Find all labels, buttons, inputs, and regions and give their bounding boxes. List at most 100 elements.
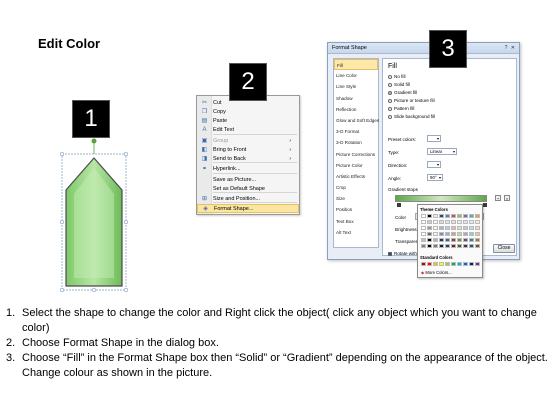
color-swatch[interactable] — [451, 226, 456, 230]
color-swatch[interactable] — [457, 262, 462, 266]
color-swatch[interactable] — [457, 232, 462, 236]
category-reflection[interactable]: Reflection — [334, 104, 378, 115]
color-swatch[interactable] — [439, 214, 444, 218]
menu-item-hyperlink[interactable]: ⚭ Hyperlink... — [197, 164, 299, 173]
category-artistic-effects[interactable]: Artistic Effects — [334, 171, 378, 182]
remove-stop-button[interactable]: × — [504, 195, 510, 201]
radio-gradient-fill[interactable]: Gradient fill — [388, 90, 417, 95]
radio-slide-background-fill[interactable]: Slide background fill — [388, 114, 435, 119]
color-swatch[interactable] — [463, 262, 468, 266]
color-swatch[interactable] — [451, 220, 456, 224]
color-swatch[interactable] — [427, 238, 432, 242]
color-swatch[interactable] — [433, 214, 438, 218]
color-swatch[interactable] — [427, 226, 432, 230]
color-swatch[interactable] — [433, 232, 438, 236]
more-colors-link[interactable]: ◆ More Colors... — [421, 270, 452, 275]
color-swatch[interactable] — [421, 244, 426, 248]
color-swatch[interactable] — [445, 238, 450, 242]
direction-dropdown[interactable] — [427, 161, 441, 168]
radio-no-fill[interactable]: No fill — [388, 74, 406, 79]
angle-input[interactable]: 90° — [427, 174, 443, 181]
menu-item-group[interactable]: ▣ Group › — [197, 136, 299, 145]
color-swatch[interactable] — [463, 238, 468, 242]
color-swatch[interactable] — [433, 262, 438, 266]
color-swatch[interactable] — [421, 220, 426, 224]
color-swatch[interactable] — [463, 214, 468, 218]
color-swatch[interactable] — [439, 226, 444, 230]
color-swatch[interactable] — [439, 244, 444, 248]
radio-picture-or-texture-fill[interactable]: Picture or texture fill — [388, 98, 435, 103]
radio-pattern-fill[interactable]: Pattern fill — [388, 106, 414, 111]
menu-item-edit-text[interactable]: A Edit Text — [197, 125, 299, 134]
color-swatch[interactable] — [445, 220, 450, 224]
color-swatch[interactable] — [475, 262, 480, 266]
menu-item-bring-to-front[interactable]: ◧ Bring to Front › — [197, 145, 299, 154]
add-stop-button[interactable]: + — [495, 195, 501, 201]
color-swatch[interactable] — [433, 220, 438, 224]
category-fill[interactable]: Fill — [334, 59, 378, 71]
color-swatch[interactable] — [457, 220, 462, 224]
preset-colors-dropdown[interactable] — [427, 135, 441, 142]
selected-shape[interactable] — [56, 138, 136, 298]
color-swatch[interactable] — [433, 238, 438, 242]
color-swatch[interactable] — [457, 244, 462, 248]
color-swatch[interactable] — [469, 214, 474, 218]
category-position[interactable]: Position — [334, 204, 378, 215]
category-shadow[interactable]: Shadow — [334, 93, 378, 104]
color-swatch[interactable] — [469, 232, 474, 236]
color-swatch[interactable] — [445, 244, 450, 248]
color-swatch[interactable] — [433, 244, 438, 248]
color-swatch[interactable] — [475, 238, 480, 242]
category-size[interactable]: Size — [334, 193, 378, 204]
color-swatch[interactable] — [439, 220, 444, 224]
color-swatch[interactable] — [469, 244, 474, 248]
color-swatch[interactable] — [439, 238, 444, 242]
color-swatch[interactable] — [427, 244, 432, 248]
color-swatch[interactable] — [439, 262, 444, 266]
color-swatch[interactable] — [451, 214, 456, 218]
color-swatch[interactable] — [469, 220, 474, 224]
type-dropdown[interactable]: Linear — [427, 148, 457, 155]
color-swatch[interactable] — [451, 238, 456, 242]
color-swatch[interactable] — [445, 214, 450, 218]
color-swatch[interactable] — [427, 232, 432, 236]
category-picture-color[interactable]: Picture Color — [334, 160, 378, 171]
color-swatch[interactable] — [463, 220, 468, 224]
dialog-window-controls[interactable]: ? ✕ — [505, 45, 516, 51]
color-swatch[interactable] — [475, 214, 480, 218]
color-swatch[interactable] — [439, 232, 444, 236]
color-swatch[interactable] — [469, 226, 474, 230]
color-swatch[interactable] — [433, 226, 438, 230]
close-button[interactable]: Close — [493, 244, 515, 253]
color-swatch[interactable] — [463, 226, 468, 230]
category-3-d-rotation[interactable]: 3-D Rotation — [334, 137, 378, 148]
color-swatch[interactable] — [451, 262, 456, 266]
color-swatch[interactable] — [427, 214, 432, 218]
color-swatch[interactable] — [445, 226, 450, 230]
category-line-color[interactable]: Line Color — [334, 70, 378, 81]
color-swatch[interactable] — [475, 220, 480, 224]
color-swatch[interactable] — [469, 262, 474, 266]
color-swatch[interactable] — [475, 232, 480, 236]
color-swatch[interactable] — [457, 226, 462, 230]
gradient-stop-handle[interactable] — [483, 203, 487, 207]
color-swatch[interactable] — [463, 244, 468, 248]
color-swatch[interactable] — [421, 238, 426, 242]
color-swatch[interactable] — [457, 214, 462, 218]
menu-item-format-shape[interactable]: ◈ Format Shape... — [197, 204, 299, 213]
category-picture-corrections[interactable]: Picture Corrections — [334, 149, 378, 160]
color-swatch[interactable] — [475, 244, 480, 248]
gradient-bar[interactable] — [395, 195, 487, 202]
color-swatch[interactable] — [445, 232, 450, 236]
color-swatch[interactable] — [463, 232, 468, 236]
color-swatch[interactable] — [451, 232, 456, 236]
color-swatch[interactable] — [421, 214, 426, 218]
category-3-d-format[interactable]: 3-D Format — [334, 126, 378, 137]
category-glow-and-soft-edges[interactable]: Glow and Soft Edges — [334, 115, 379, 126]
menu-item-copy[interactable]: ❐ Copy — [197, 107, 299, 116]
color-swatch[interactable] — [457, 238, 462, 242]
color-swatch[interactable] — [475, 226, 480, 230]
category-crop[interactable]: Crop — [334, 182, 378, 193]
radio-solid-fill[interactable]: Solid fill — [388, 82, 410, 87]
category-line-style[interactable]: Line Style — [334, 81, 378, 92]
